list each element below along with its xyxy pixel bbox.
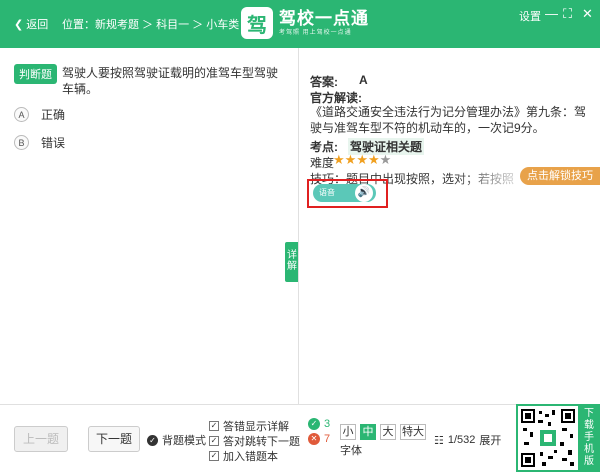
star-filled-icon: ★ [367,152,380,167]
correct-icon: ✓ [308,418,320,430]
logo-icon: 驾 [241,7,273,39]
qr-download-label: 下载手机版 [584,408,594,467]
progress-value: 1/532 [447,434,476,446]
checkbox-auto-next-label: 答对跳转下一题 [223,436,300,448]
detail-tab[interactable]: 详解 [285,242,299,282]
font-label: 字体 [340,445,362,457]
star-filled-icon: ★ [356,152,368,167]
logo-subtitle: 考驾照 用上驾校一点通 [279,29,352,36]
logo-title: 驾校一点通 [279,8,369,28]
difficulty-label: 难度 [310,156,335,170]
qr-code [518,406,578,470]
star-empty-icon: ★ [379,152,392,167]
breadcrumb: 位置：新规考题 ＞ 科目一 ＞ 小车类 [62,19,240,31]
answer-value: A [359,73,368,87]
option-b-label: 错误 [41,136,66,150]
wrong-icon: ✕ [308,433,320,445]
font-small-button[interactable]: 小 [340,424,356,440]
checkbox-icon: ✓ [209,436,219,446]
option-a-label: 正确 [41,108,66,122]
footer-divider [0,404,600,405]
back-button[interactable]: ❮ 返回 [14,16,48,32]
prev-button[interactable]: 上一题 [14,426,68,452]
recite-mode-toggle[interactable]: ✓ 背题模式 [147,432,206,448]
correct-count: ✓ 3 [308,418,330,430]
recite-mode-label: 背题模式 [162,435,206,447]
expand-label: 展开 [479,435,502,447]
font-xlarge-button[interactable]: 特大 [400,424,426,440]
chevron-left-icon: ❮ [14,18,24,31]
grid-icon: ☷ [434,434,444,447]
back-label: 返回 [26,19,49,31]
option-a-letter: A [14,107,29,122]
panel-divider [298,48,299,404]
question-type-badge: 判断题 [14,64,57,84]
explain-text: 《道路交通安全违法行为记分管理办法》第九条：驾驶与准驾车型不符的机动车的，一次记… [310,105,587,135]
settings-button[interactable]: 设置 [519,8,541,24]
fullscreen-icon[interactable]: ⛶ [563,6,572,22]
wrong-count: ✕ 7 [308,433,330,445]
checkbox-icon: ✓ [209,421,219,431]
difficulty-stars: ★★★★★ [333,152,391,168]
checkbox-icon: ✓ [209,451,219,461]
question-text: 驾驶人要按照驾驶证载明的准驾车型驾驶车辆。 [62,66,279,96]
progress-expand[interactable]: ☷ 1/532 展开 [434,432,501,448]
answer-label: 答案: [310,75,338,89]
speaker-icon[interactable]: 🔊 [355,184,373,202]
checkbox-show-detail-label: 答错显示详解 [223,421,289,433]
minimize-icon[interactable]: — [545,6,558,21]
correct-count-value: 3 [324,418,331,430]
close-icon[interactable]: ✕ [582,6,593,22]
voice-label: 语音 [319,188,335,197]
qr-download-panel[interactable]: 下载手机版 [516,404,600,472]
checkbox-auto-next[interactable]: ✓ 答对跳转下一题 [209,433,300,449]
app-header: ❮ 返回 位置：新规考题 ＞ 科目一 ＞ 小车类 驾 驾校一点通 考驾照 用上驾… [0,0,600,48]
star-filled-icon: ★ [344,152,357,167]
option-b-letter: B [14,135,29,150]
checkbox-add-wrong-label: 加入错题本 [223,451,278,463]
font-medium-button[interactable]: 中 [360,424,376,440]
checkbox-show-detail[interactable]: ✓ 答错显示详解 [209,418,289,434]
app-logo: 驾 驾校一点通 考驾照 用上驾校一点通 [241,7,369,39]
option-b[interactable]: B 错误 [14,134,65,151]
checkbox-add-wrong[interactable]: ✓ 加入错题本 [209,448,278,464]
option-a[interactable]: A 正确 [14,106,65,123]
unlock-tip-button[interactable]: 点击解锁技巧 [520,167,600,185]
wrong-count-value: 7 [324,433,331,445]
star-filled-icon: ★ [333,152,345,167]
check-circle-icon: ✓ [147,434,158,446]
font-large-button[interactable]: 大 [380,424,396,440]
next-button[interactable]: 下一题 [88,426,140,452]
